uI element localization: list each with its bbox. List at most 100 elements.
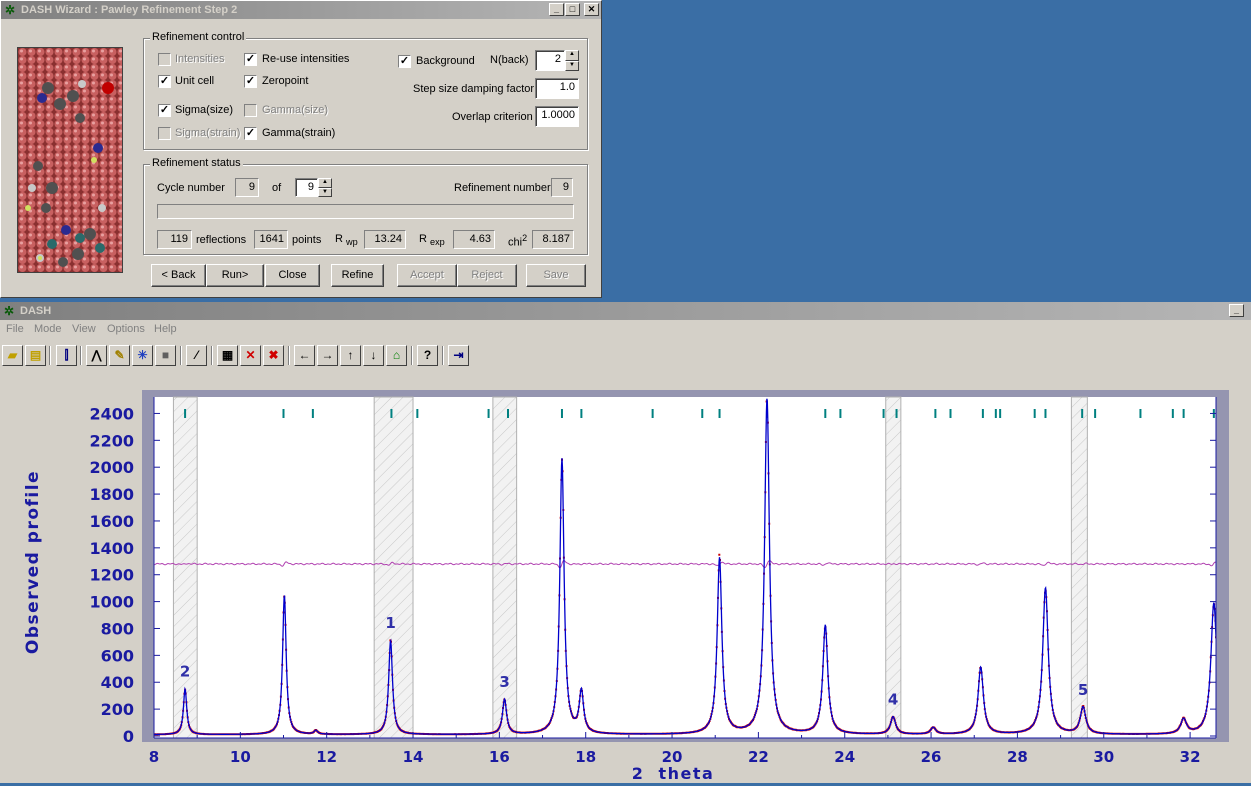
y-tick-label: 2400 [89, 404, 134, 423]
cycle-number-value: 9 [235, 178, 259, 197]
pointer-tool-icon[interactable]: ✎ [109, 345, 130, 366]
gamma-size-label: Gamma(size) [262, 104, 329, 116]
arrow-left-icon[interactable]: ← [294, 345, 315, 366]
menu-help[interactable]: Help [154, 323, 177, 335]
help-icon[interactable]: ? [417, 345, 438, 366]
unit-cell-checkbox[interactable]: ✓ [158, 75, 171, 88]
run-button[interactable]: Run> [206, 264, 264, 287]
dash-title: DASH [20, 305, 52, 317]
sigma-size-checkbox[interactable]: ✓ [158, 104, 171, 117]
spin-down-icon[interactable]: ▼ [318, 187, 332, 197]
toolbar: ▰ ▤ ⫿ ⋀ ✎ ✳ ■ ⁄ ▦ ✕ ✖ ← → ↑ ↓ ⌂ ? ⇥ [0, 342, 1251, 368]
x-tick-label: 16 [489, 748, 510, 766]
excluded-region [172, 396, 198, 739]
stop-icon[interactable]: ■ [155, 345, 176, 366]
x-tick-label: 14 [403, 748, 424, 766]
sigma-strain-checkbox[interactable] [158, 127, 171, 140]
close-window-button[interactable]: ✕ [584, 3, 599, 16]
spin-down-icon[interactable]: ▼ [565, 60, 579, 71]
y-tick-label: 2200 [89, 431, 134, 450]
grid-icon[interactable]: ▦ [217, 345, 238, 366]
home-icon[interactable]: ⌂ [386, 345, 407, 366]
y-tick-label: 800 [101, 619, 134, 638]
nback-spinner[interactable]: ▲ ▼ [565, 50, 579, 71]
x-tick-label: 10 [230, 748, 251, 766]
menu-view[interactable]: View [72, 323, 96, 335]
exit-icon[interactable]: ⇥ [448, 345, 469, 366]
reuse-intensities-checkbox[interactable]: ✓ [244, 53, 257, 66]
close-button[interactable]: Close [265, 264, 320, 287]
open-folder-icon[interactable]: ▰ [2, 345, 23, 366]
damping-input[interactable]: 1.0 [535, 78, 579, 99]
peak-fit-icon[interactable]: ⋀ [86, 345, 107, 366]
refinement-progress-bar [157, 204, 574, 219]
delete-peaks-icon[interactable]: ✕ [240, 345, 261, 366]
overlap-input[interactable]: 1.0000 [535, 106, 579, 127]
gamma-strain-label: Gamma(strain) [262, 127, 336, 139]
dash-titlebar[interactable]: ✲ DASH _ [0, 302, 1251, 320]
wand-icon[interactable]: ⁄ [186, 345, 207, 366]
menu-options[interactable]: Options [107, 323, 145, 335]
region-label: 1 [385, 614, 395, 632]
reject-button[interactable]: Reject [457, 264, 517, 287]
background-checkbox[interactable]: ✓ [398, 55, 411, 68]
refinement-status-group: Refinement status Cycle number 9 of 9 ▲ ▼… [143, 157, 588, 255]
toolbar-separator [180, 346, 182, 365]
rwp-main: R [335, 233, 343, 245]
x-tick-label: 12 [316, 748, 337, 766]
y-tick-label: 1600 [89, 512, 134, 531]
unit-cell-label: Unit cell [175, 75, 215, 87]
profile-view-icon[interactable]: ⫿ [56, 345, 77, 366]
max-cycles-spinner[interactable]: ▲ ▼ [318, 178, 332, 197]
reuse-intensities-label: Re-use intensities [262, 53, 350, 65]
intensities-checkbox[interactable] [158, 53, 171, 66]
points-label: points [292, 234, 322, 246]
region-label: 4 [888, 691, 898, 709]
save-button[interactable]: Save [526, 264, 586, 287]
wizard-window: ✲ DASH Wizard : Pawley Refinement Step 2… [0, 0, 602, 298]
zeropoint-checkbox[interactable]: ✓ [244, 75, 257, 88]
maximize-button[interactable]: □ [565, 3, 580, 16]
x-tick-label: 32 [1180, 748, 1201, 766]
max-cycles-input[interactable]: 9 [295, 178, 318, 197]
x-tick-label: 18 [575, 748, 596, 766]
x-tick-label: 22 [748, 748, 769, 766]
plot-background [154, 397, 1216, 738]
excluded-region [885, 396, 902, 739]
nback-label: N(back) [490, 54, 529, 66]
arrow-up-icon[interactable]: ↑ [340, 345, 361, 366]
wizard-titlebar[interactable]: ✲ DASH Wizard : Pawley Refinement Step 2… [1, 1, 601, 19]
refinement-number-value: 9 [551, 178, 573, 197]
sun-tool-icon[interactable]: ✳ [132, 345, 153, 366]
chi2-value: 8.187 [532, 230, 574, 249]
clear-peaks-icon[interactable]: ✖ [263, 345, 284, 366]
arrow-down-icon[interactable]: ↓ [363, 345, 384, 366]
spin-up-icon[interactable]: ▲ [565, 50, 579, 61]
gamma-size-checkbox[interactable] [244, 104, 257, 117]
dash-app-icon: ✲ [4, 3, 16, 17]
arrow-right-icon[interactable]: → [317, 345, 338, 366]
chi2-label: chi2 [508, 231, 527, 250]
zeropoint-label: Zeropoint [262, 75, 309, 87]
open-file-icon[interactable]: ▤ [25, 345, 46, 366]
menu-bar: File Mode View Options Help [0, 320, 1251, 338]
dash-minimize-button[interactable]: _ [1229, 304, 1244, 317]
nback-input[interactable]: 2 [535, 50, 565, 71]
gamma-strain-checkbox[interactable]: ✓ [244, 127, 257, 140]
accept-button[interactable]: Accept [397, 264, 457, 287]
overlap-label: Overlap criterion [452, 111, 533, 123]
powder-pattern-chart[interactable]: 0 200 400 600 800 1000 1200 1400 1600 1800 2000 220… [0, 370, 1251, 783]
rwp-subscript: wp [346, 237, 358, 248]
back-button[interactable]: < Back [151, 264, 206, 287]
molecule-image [17, 47, 123, 273]
y-tick-label: 1000 [89, 593, 134, 612]
menu-mode[interactable]: Mode [34, 323, 62, 335]
plot-area[interactable]: 0 200 400 600 800 1000 1200 1400 1600 1800 2000 220… [0, 370, 1251, 783]
spin-up-icon[interactable]: ▲ [318, 178, 332, 188]
refine-button[interactable]: Refine [331, 264, 384, 287]
menu-file[interactable]: File [6, 323, 24, 335]
minimize-button[interactable]: _ [549, 3, 564, 16]
cycle-number-label: Cycle number [157, 182, 225, 194]
of-label: of [272, 182, 282, 194]
rexp-value: 4.63 [453, 230, 495, 249]
